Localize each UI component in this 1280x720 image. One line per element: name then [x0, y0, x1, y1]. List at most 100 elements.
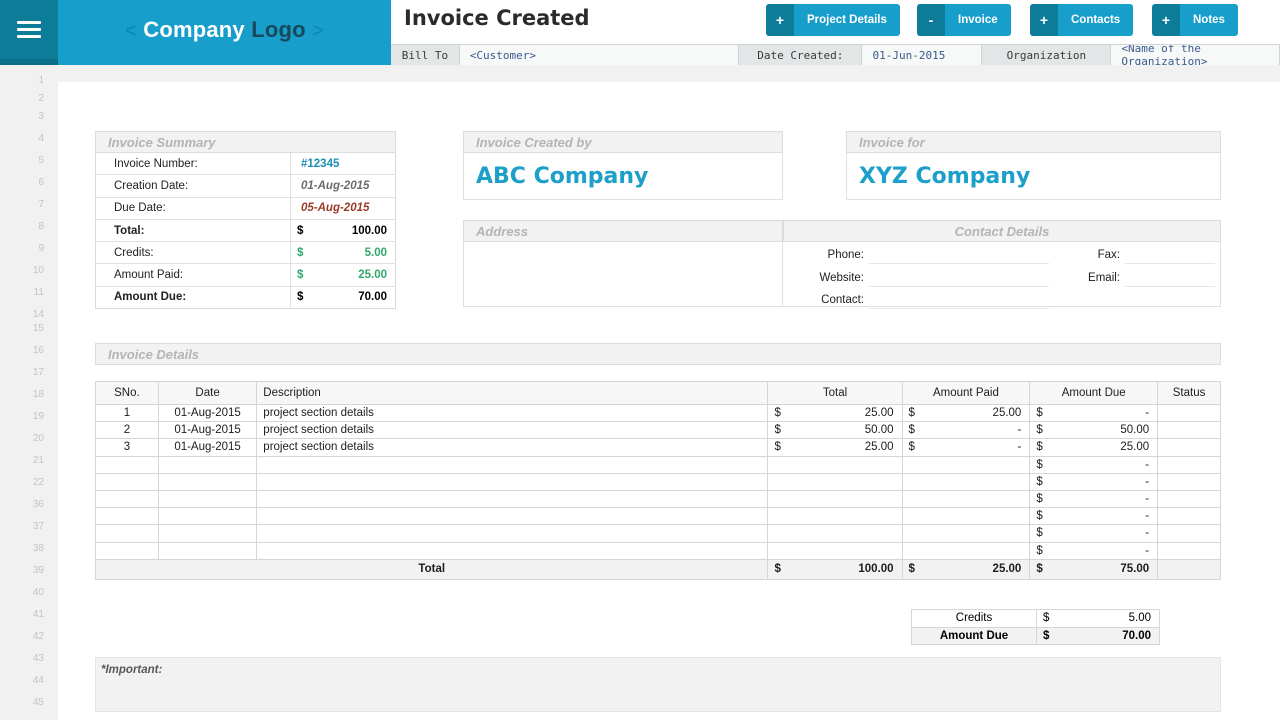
col-paid[interactable]: Amount Paid	[901, 381, 1031, 405]
notes-button[interactable]: + Notes	[1152, 4, 1238, 36]
cell-total[interactable]	[767, 489, 903, 509]
cell-amount-due[interactable]: $ -	[1029, 541, 1159, 560]
cell-total[interactable]	[767, 507, 903, 526]
cell-amount-due[interactable]: $ -	[1029, 489, 1159, 509]
project-details-button[interactable]: + Project Details	[766, 4, 900, 36]
cell-date[interactable]	[157, 472, 258, 491]
row-number[interactable]: 6	[0, 177, 44, 188]
summary-row-value[interactable]: $25.00	[290, 264, 395, 286]
bill-to-value[interactable]: <Customer>	[459, 45, 740, 65]
cell-status[interactable]	[1157, 421, 1221, 440]
contacts-button[interactable]: + Contacts	[1030, 4, 1134, 36]
address-body[interactable]	[463, 242, 783, 307]
cell-date[interactable]	[157, 541, 258, 560]
invoice-for-company[interactable]: XYZ Company	[846, 153, 1221, 200]
cell-amount-paid[interactable]: $ -	[901, 438, 1031, 457]
cell-amount-paid[interactable]	[901, 524, 1031, 543]
col-date[interactable]: Date	[157, 381, 258, 405]
summary-row-value[interactable]: 05-Aug-2015	[290, 197, 395, 219]
cell-amount-paid[interactable]	[901, 472, 1031, 491]
cell-amount-due[interactable]: $ -	[1029, 455, 1159, 474]
row-number[interactable]: 2	[0, 93, 44, 104]
cell-status[interactable]	[1157, 489, 1221, 509]
cell-amount-due[interactable]: $ -	[1029, 472, 1159, 491]
cell-amount-paid[interactable]	[901, 489, 1031, 509]
cell-total[interactable]	[767, 524, 903, 543]
summary-row-value[interactable]: #12345	[290, 153, 395, 175]
important-notes-box[interactable]: *Important:	[95, 657, 1221, 712]
cell-amount-due[interactable]: $ -	[1029, 524, 1159, 543]
cell-total[interactable]	[767, 455, 903, 474]
cell-description[interactable]	[256, 541, 769, 560]
row-number[interactable]: 19	[0, 411, 44, 422]
cell-total[interactable]	[767, 541, 903, 560]
cell-description[interactable]	[256, 455, 769, 474]
cell-amount-due[interactable]: $25.00	[1029, 438, 1159, 457]
cell-status[interactable]	[1157, 455, 1221, 474]
cell-date[interactable]: 01-Aug-2015	[157, 403, 258, 423]
cell-amount-paid[interactable]	[901, 455, 1031, 474]
cell-description[interactable]: project section details	[256, 438, 769, 457]
col-total[interactable]: Total	[767, 381, 903, 405]
row-number[interactable]: 18	[0, 389, 44, 400]
cell-sno[interactable]	[95, 541, 159, 560]
cell-sno[interactable]	[95, 507, 159, 526]
cell-date[interactable]: 01-Aug-2015	[157, 421, 258, 440]
row-number[interactable]: 10	[0, 265, 44, 276]
website-input[interactable]	[869, 268, 1049, 287]
row-number[interactable]: 44	[0, 675, 44, 686]
cell-status[interactable]	[1157, 403, 1221, 423]
row-number[interactable]: 42	[0, 631, 44, 642]
row-number[interactable]: 43	[0, 653, 44, 664]
cell-total[interactable]: $25.00	[767, 438, 903, 457]
summary-row-value[interactable]: $5.00	[290, 242, 395, 264]
row-number[interactable]: 1	[0, 75, 44, 86]
row-number[interactable]: 45	[0, 697, 44, 708]
cell-description[interactable]: project section details	[256, 421, 769, 440]
contact-input[interactable]	[869, 290, 1049, 309]
row-number[interactable]: 40	[0, 587, 44, 598]
cell-total[interactable]: $25.00	[767, 403, 903, 423]
invoice-button[interactable]: - Invoice	[917, 4, 1011, 36]
cell-date[interactable]	[157, 507, 258, 526]
fax-input[interactable]	[1125, 245, 1215, 265]
cell-amount-due[interactable]: $50.00	[1029, 421, 1159, 440]
cell-total[interactable]	[767, 472, 903, 491]
col-sno[interactable]: SNo.	[95, 381, 159, 405]
row-number[interactable]: 16	[0, 345, 44, 356]
row-number[interactable]: 20	[0, 433, 44, 444]
row-number[interactable]: 7	[0, 199, 44, 210]
row-number[interactable]: 22	[0, 477, 44, 488]
row-number[interactable]: 3	[0, 111, 44, 122]
cell-amount-paid[interactable]	[901, 507, 1031, 526]
row-number[interactable]: 17	[0, 367, 44, 378]
col-due[interactable]: Amount Due	[1029, 381, 1159, 405]
cell-date[interactable]	[157, 489, 258, 509]
cell-amount-paid[interactable]: $ -	[901, 421, 1031, 440]
summary-row-value[interactable]: 01-Aug-2015	[290, 175, 395, 197]
cell-description[interactable]: project section details	[256, 403, 769, 423]
cell-sno[interactable]: 2	[95, 421, 159, 440]
cell-date[interactable]	[157, 524, 258, 543]
cell-total[interactable]: $50.00	[767, 421, 903, 440]
row-number[interactable]: 14	[0, 309, 44, 320]
row-number[interactable]: 5	[0, 155, 44, 166]
row-number[interactable]: 4	[0, 133, 44, 144]
cell-amount-paid[interactable]: $25.00	[901, 403, 1031, 423]
cell-date[interactable]: 01-Aug-2015	[157, 438, 258, 457]
row-number[interactable]: 39	[0, 565, 44, 576]
cell-description[interactable]	[256, 489, 769, 509]
cell-sno[interactable]	[95, 472, 159, 491]
row-number[interactable]: 15	[0, 323, 44, 334]
cell-status[interactable]	[1157, 472, 1221, 491]
row-number[interactable]: 11	[0, 287, 44, 298]
col-desc[interactable]: Description	[256, 381, 769, 405]
col-status[interactable]: Status	[1157, 381, 1221, 405]
invoice-created-by-company[interactable]: ABC Company	[463, 153, 783, 200]
summary-row-value[interactable]: $70.00	[290, 286, 395, 309]
organization-value[interactable]: <Name of the Organization>	[1111, 45, 1280, 65]
cell-sno[interactable]	[95, 455, 159, 474]
credits-row-amount[interactable]: $5.00	[1036, 609, 1160, 628]
cell-sno[interactable]	[95, 489, 159, 509]
cell-description[interactable]	[256, 524, 769, 543]
